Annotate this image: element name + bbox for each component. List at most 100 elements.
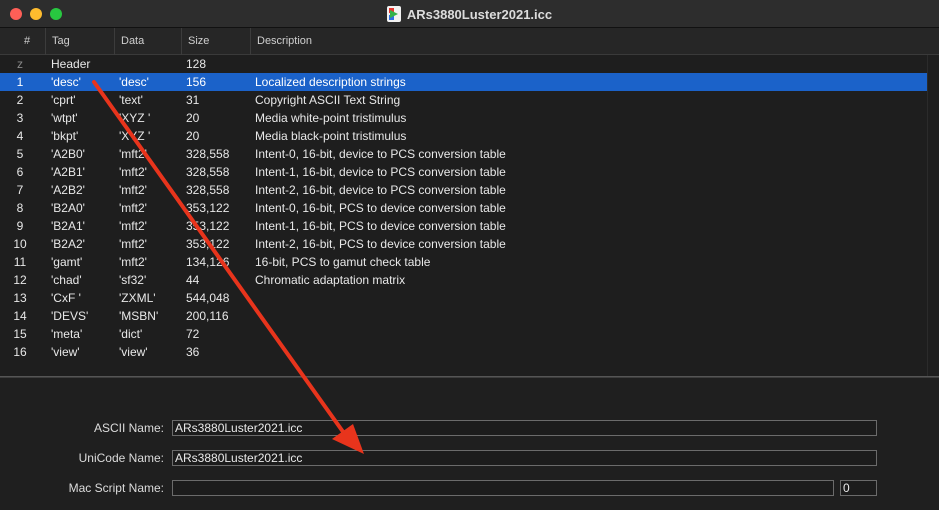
row-tag: 'B2A0' (51, 201, 85, 215)
row-description: 16-bit, PCS to gamut check table (255, 255, 431, 269)
column-header-tag[interactable]: Tag (45, 28, 115, 55)
row-description (255, 55, 915, 73)
table-row[interactable]: 13 'CxF ' 'ZXML' 544,048 (0, 289, 927, 307)
row-description: Intent-1, 16-bit, device to PCS conversi… (255, 165, 506, 179)
row-tag: 'cprt' (51, 93, 76, 107)
row-data-type: 'XYZ ' (119, 129, 151, 143)
row-size: 20 (186, 129, 200, 143)
row-number: 3 (16, 111, 24, 125)
row-number: 2 (16, 93, 24, 107)
mac-script-name-field[interactable] (172, 480, 834, 496)
row-data-type: 'mft2' (119, 183, 147, 197)
row-size: 328,558 (186, 165, 230, 179)
mac-script-name-label: Mac Script Name: (68, 481, 164, 495)
table-row[interactable]: 8 'B2A0' 'mft2' 353,122 Intent-0, 16-bit, PC… (0, 199, 927, 217)
table-row[interactable]: z Header 128 (0, 55, 927, 73)
row-data-type: 'text' (119, 93, 143, 107)
row-number: 8 (16, 201, 24, 215)
row-data-type: 'mft2' (119, 237, 147, 251)
table-row[interactable]: 16 'view' 'view' 36 (0, 343, 927, 361)
window-title-group: ARs3880Luster2021.icc (0, 0, 939, 28)
table-row[interactable]: 2 'cprt' 'text' 31 Copyright ASCII Text Stri… (0, 91, 927, 109)
table-body: z Header 1 2 8 1'desc''desc' 156 Localized desc… (0, 55, 927, 361)
row-size: 36 (186, 345, 200, 359)
row-description: Media black-point tristimulus (255, 129, 407, 143)
row-data-type: 'view' (119, 345, 148, 359)
column-header-description[interactable]: Description (250, 28, 926, 55)
row-description: Intent-2, 16-bit, device to PCS conversi… (255, 183, 506, 197)
row-tag: Header (51, 57, 91, 71)
table-row[interactable]: 5 'A2B0' 'mft2' 328,558 Intent-0, 16-bit, de… (0, 145, 927, 163)
table-row[interactable]: 1 'desc' 'desc' 156 Localized description st… (0, 73, 927, 91)
row-size: 31 (186, 93, 200, 107)
tag-table: # Tag Data Size Description z Header 1 2 8 1 '… (0, 28, 939, 376)
table-row[interactable]: 12 'chad' 'sf32' 44 Chromatic adaptation mat… (0, 271, 927, 289)
row-number: 16 (13, 345, 27, 359)
row-tag: 'A2B1' (51, 165, 85, 179)
row-description (255, 307, 915, 325)
unicode-name-label: UniCode Name: (78, 451, 164, 465)
row-size: 544,048 (186, 291, 230, 305)
table-row[interactable]: 11 'gamt' 'mft2' 134,126 16-bit, PCS to gamu… (0, 253, 927, 271)
row-data-type: 'XYZ ' (119, 111, 151, 125)
row-tag: 'chad' (51, 273, 82, 287)
table-row[interactable]: 10 'B2A2' 'mft2' 353,122 Intent-2, 16-bit, P… (0, 235, 927, 253)
row-number: 9 (16, 219, 24, 233)
row-number: 6 (16, 165, 24, 179)
row-number: z (17, 57, 23, 71)
row-size: 328,558 (186, 183, 230, 197)
row-number: 14 (13, 309, 27, 323)
row-description (255, 343, 915, 361)
row-size: 134,126 (186, 255, 230, 269)
row-tag: 'A2B0' (51, 147, 85, 161)
row-description: Intent-0, 16-bit, device to PCS conversi… (255, 147, 506, 161)
column-header-data[interactable]: Data (114, 28, 182, 55)
row-description: Intent-0, 16-bit, PCS to device conversi… (255, 201, 506, 215)
row-data-type: 'sf32' (119, 273, 147, 287)
row-number: 15 (13, 327, 27, 341)
row-tag: 'DEVS' (51, 309, 89, 323)
table-row[interactable]: 14 'DEVS' 'MSBN' 200,116 (0, 307, 927, 325)
table-row[interactable]: 9 'B2A1' 'mft2' 353,122 Intent-1, 16-bit, PC… (0, 217, 927, 235)
row-number: 7 (16, 183, 24, 197)
row-data-type: 'mft2' (119, 165, 147, 179)
row-description: Chromatic adaptation matrix (255, 273, 406, 287)
table-scrollbar[interactable] (927, 55, 939, 376)
table-row[interactable]: 3 'wtpt' 'XYZ ' 20 Media white-point tristim… (0, 109, 927, 127)
row-description: Copyright ASCII Text String (255, 93, 401, 107)
row-tag: 'bkpt' (51, 129, 79, 143)
row-description: Media white-point tristimulus (255, 111, 407, 125)
row-tag: 'view' (51, 345, 80, 359)
row-size: 20 (186, 111, 200, 125)
row-tag: 'B2A2' (51, 237, 85, 251)
row-data-type: 'mft2' (119, 219, 147, 233)
details-panel: ASCII Name: UniCode Name: Mac Script Nam… (0, 378, 939, 510)
row-number: 10 (13, 237, 27, 251)
title-bar: ARs3880Luster2021.icc (0, 0, 939, 28)
column-header-size[interactable]: Size (181, 28, 251, 55)
mac-script-code-field[interactable] (840, 480, 877, 496)
table-row[interactable]: 6 'A2B1' 'mft2' 328,558 Intent-1, 16-bit, de… (0, 163, 927, 181)
table-row[interactable]: 15 'meta' 'dict' 72 (0, 325, 927, 343)
table-row[interactable]: 7 'A2B2' 'mft2' 328,558 Intent-2, 16-bit, de… (0, 181, 927, 199)
row-description (255, 289, 915, 307)
row-size: 72 (186, 327, 200, 341)
unicode-name-field[interactable] (172, 450, 877, 466)
ascii-name-field[interactable] (172, 420, 877, 436)
row-number: 11 (13, 255, 27, 269)
ascii-name-label: ASCII Name: (93, 421, 164, 435)
row-number: 1 (16, 75, 24, 89)
row-data-type: 'dict' (119, 327, 143, 341)
row-number: 13 (13, 291, 27, 305)
icc-profile-window: ARs3880Luster2021.icc # Tag Data Size De… (0, 0, 939, 510)
table-row[interactable]: 4 'bkpt' 'XYZ ' 20 Media black-point tristim… (0, 127, 927, 145)
row-description: Localized description strings (255, 75, 406, 89)
row-tag: 'meta' (51, 327, 83, 341)
row-data-type: 'mft2' (119, 255, 147, 269)
row-tag: 'B2A1' (51, 219, 85, 233)
column-header-number[interactable]: # (18, 28, 30, 55)
row-size: 200,116 (186, 309, 229, 323)
row-data-type: 'MSBN' (119, 309, 159, 323)
row-size: 328,558 (186, 147, 230, 161)
row-data-type: 'ZXML' (119, 291, 156, 305)
